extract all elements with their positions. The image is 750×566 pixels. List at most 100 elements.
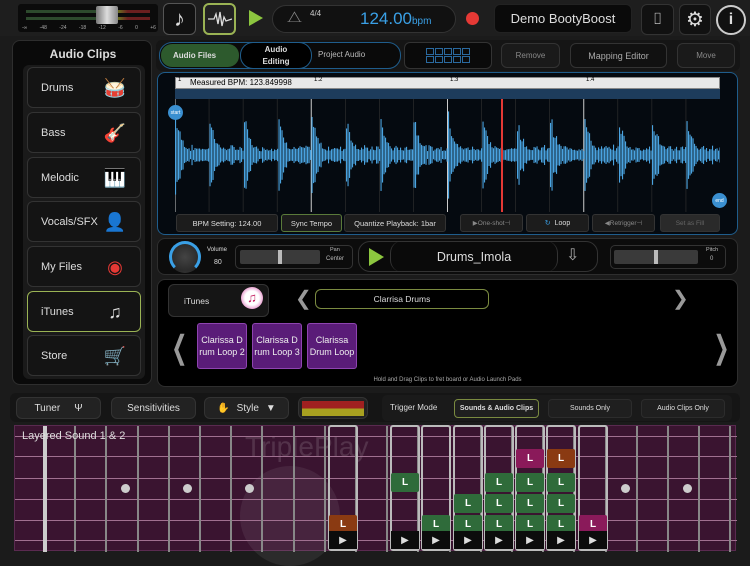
pitch-slider[interactable] — [614, 250, 698, 264]
metronome-icon[interactable]: ⧍ — [287, 9, 302, 27]
clip-tile[interactable]: Clarissa D rum Loop 3 — [252, 323, 302, 369]
mode-sounds-and-audio-clips[interactable]: Sounds & Audio Clips — [454, 399, 539, 418]
tempo-display[interactable]: 124.00bpm — [360, 9, 431, 29]
loop-button[interactable]: ↻ Loop — [526, 214, 589, 232]
loop-region-bar[interactable] — [175, 89, 720, 99]
tab-audio-editing[interactable]: Audio Editing — [240, 42, 312, 69]
sidebar-item-vocals-sfx[interactable]: Vocals/SFX 👤 — [27, 201, 141, 242]
loop-end-handle[interactable]: end — [712, 193, 727, 208]
pan-slider[interactable] — [240, 250, 320, 264]
retrigger-button[interactable]: ◀ Retrigger ⊣ — [592, 214, 655, 232]
measured-bpm: Measured BPM: 123.849998 — [190, 78, 292, 87]
loop-clip-pad[interactable]: L — [516, 494, 544, 513]
sidebar-item-melodic[interactable]: Melodic 🎹 — [27, 157, 141, 198]
master-volume-fader[interactable] — [96, 6, 118, 24]
master-level-meter[interactable]: -∞ -48 -24 -18 -12 -6 0 +6 — [18, 4, 158, 32]
fret — [199, 426, 201, 552]
waveform-bar — [328, 146, 330, 164]
sensitivities-button[interactable]: Sensitivities — [111, 397, 196, 419]
waveform-bar — [701, 147, 703, 163]
clip-tile[interactable]: Clarissa D rum Loop 2 — [197, 323, 247, 369]
waveform-bar — [592, 145, 594, 165]
pan-value: Center — [326, 256, 345, 262]
set-as-fill-button[interactable]: Set as Fill — [660, 214, 720, 232]
folder-next-arrow[interactable]: ❯ — [672, 286, 689, 311]
loop-clip-pad[interactable]: L — [547, 494, 575, 513]
folder-prev-arrow[interactable]: ❮ — [295, 286, 312, 311]
sidebar-item-my-files[interactable]: My Files ◉ — [27, 246, 141, 287]
play-icon[interactable] — [249, 10, 263, 26]
info-button[interactable]: i — [716, 5, 746, 35]
mapping-editor-button[interactable]: Mapping Editor — [570, 43, 667, 68]
loop-clip-pad[interactable]: L — [547, 449, 575, 468]
column-play-button[interactable]: ▶ — [454, 531, 482, 549]
column-play-button[interactable]: ▶ — [516, 531, 544, 549]
pitch-slider-thumb[interactable] — [654, 250, 658, 264]
waveform-bar — [527, 149, 529, 161]
clips-next-arrow[interactable]: ❯ — [713, 328, 729, 366]
waveform-bar — [401, 150, 403, 160]
pan-slider-thumb[interactable] — [278, 250, 282, 264]
tab-project-audio[interactable]: Project Audio — [318, 50, 365, 59]
loop-clip-pad[interactable]: L — [516, 473, 544, 492]
sidebar-item-itunes[interactable]: iTunes ♫ — [27, 291, 141, 332]
clips-prev-arrow[interactable]: ❮ — [171, 328, 187, 366]
sidebar-item-drums[interactable]: Drums 🥁 — [27, 67, 141, 108]
column-play-button[interactable]: ▶ — [579, 531, 607, 549]
one-shot-button[interactable]: ▶ One-shot ⊣ — [460, 214, 523, 232]
waveform-bar — [670, 146, 672, 164]
waveform-bar — [554, 137, 556, 173]
waveform-bar — [247, 129, 249, 181]
launch-pads-button[interactable] — [404, 42, 492, 69]
folder-name[interactable]: Clarrisa Drums — [315, 289, 489, 309]
waveform-bar — [706, 147, 708, 163]
quantize-playback[interactable]: Quantize Playback: 1bar — [344, 214, 446, 232]
project-name[interactable]: Demo BootyBoost — [494, 4, 632, 33]
waveform-bar — [284, 142, 286, 168]
move-button[interactable]: Move — [677, 43, 735, 68]
bpm-setting[interactable]: BPM Setting: 124.00 — [176, 214, 278, 232]
clip-tile[interactable]: Clarissa Drum Loop — [307, 323, 357, 369]
remove-button[interactable]: Remove — [501, 43, 560, 68]
column-play-button[interactable]: ▶ — [485, 531, 513, 549]
waveform-bar — [445, 150, 447, 160]
loop-start-handle[interactable]: start — [168, 105, 183, 120]
download-icon[interactable]: ⇩ — [566, 245, 579, 265]
loop-clip-pad[interactable]: L — [547, 473, 575, 492]
fretboard[interactable]: TriplePlay — [14, 425, 737, 566]
loop-clip-pad[interactable]: L — [485, 494, 513, 513]
loop-clip-pad[interactable]: L — [391, 473, 419, 492]
tab-audio-files[interactable]: Audio Files — [161, 44, 239, 67]
waveform-bar — [671, 149, 673, 161]
sidebar-item-bass[interactable]: Bass 🎸 — [27, 112, 141, 153]
settings-button[interactable]: ⚙ — [679, 4, 711, 35]
style-button[interactable]: ✋ Style ▼ — [204, 397, 289, 419]
audio-wave-button[interactable] — [203, 3, 236, 35]
column-play-button[interactable]: ▶ — [547, 531, 575, 549]
waveform-bar — [517, 131, 519, 179]
loop-clip-pad[interactable]: L — [485, 473, 513, 492]
column-play-button[interactable]: ▶ — [329, 531, 357, 549]
save-drive-button[interactable]: ⌷ — [641, 4, 674, 35]
waveform-bar — [257, 148, 259, 162]
preview-play-button[interactable] — [369, 248, 384, 266]
waveform-bar — [688, 131, 690, 179]
column-play-button[interactable]: ▶ — [391, 531, 419, 549]
waveform-bar — [695, 145, 697, 165]
loop-clip-pad[interactable]: L — [454, 494, 482, 513]
mode-audio-clips-only[interactable]: Audio Clips Only — [641, 399, 725, 418]
waveform-display[interactable] — [175, 99, 720, 212]
column-play-button[interactable]: ▶ — [422, 531, 450, 549]
waveform-bar — [712, 145, 714, 165]
mode-sounds-only[interactable]: Sounds Only — [548, 399, 632, 418]
instrument-note-button[interactable]: ♪ — [163, 3, 196, 35]
sync-tempo-button[interactable]: Sync Tempo — [281, 214, 342, 232]
loop-clip-pad[interactable]: L — [516, 449, 544, 468]
color-map-button[interactable] — [298, 397, 368, 419]
tuner-button[interactable]: Tuner Ψ — [16, 397, 101, 419]
waveform-icon — [207, 11, 232, 27]
record-button[interactable] — [466, 12, 479, 25]
sidebar-item-store[interactable]: Store 🛒 — [27, 335, 141, 376]
time-signature[interactable]: 4/4 — [310, 9, 321, 18]
volume-knob[interactable] — [169, 241, 201, 273]
